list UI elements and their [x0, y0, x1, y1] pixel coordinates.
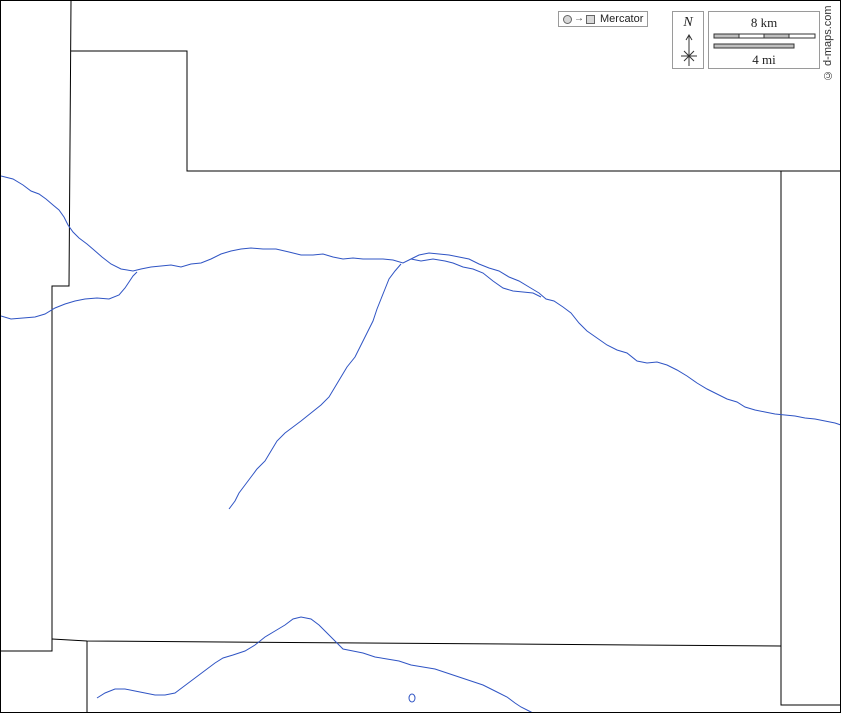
- county-boundaries: [1, 1, 840, 712]
- boundary-west-upper: [1, 1, 72, 652]
- flat-map-icon: [586, 14, 595, 24]
- scale-mi-label: 4 mi: [752, 52, 776, 67]
- credit-label: © d-maps.com: [822, 5, 834, 81]
- arrow-right-icon: →: [574, 13, 584, 24]
- river-tributary-south: [228, 263, 402, 510]
- river-east-branch: [410, 258, 542, 298]
- projection-badge: → Mercator: [558, 11, 649, 27]
- compass-rose-icon: [681, 34, 697, 66]
- map-frame: → Mercator N 8 km 4 mi © d-maps.com: [0, 0, 841, 713]
- river-northwest: [1, 175, 840, 426]
- river-south: [96, 616, 533, 712]
- small-lake: [408, 693, 416, 703]
- rivers: [1, 175, 840, 712]
- scale-bar-box: 8 km 4 mi: [708, 11, 820, 69]
- boundary-east: [780, 171, 840, 706]
- map-canvas: [1, 1, 840, 712]
- projection-label: Mercator: [600, 13, 644, 25]
- boundary-south: [51, 638, 782, 647]
- north-arrow-box: N: [672, 11, 704, 69]
- globe-icon: [563, 14, 572, 24]
